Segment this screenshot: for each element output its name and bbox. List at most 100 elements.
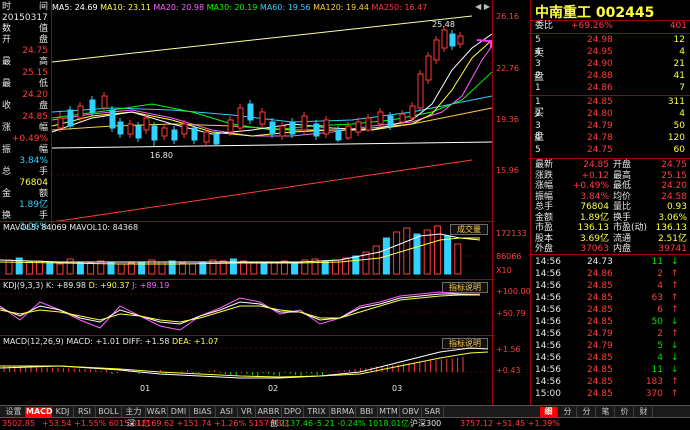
volume-bar [291, 261, 299, 275]
stock-title: 中南重工 002445 [535, 5, 655, 21]
candle-body [143, 117, 150, 131]
weibi-diff: 401 [669, 21, 687, 31]
tab-vr[interactable]: VR [238, 407, 256, 417]
volume-panel[interactable]: MAVOL5: 84069 MAVOL10: 84368 成交量 [0, 221, 492, 279]
candle-body [247, 103, 254, 121]
candle-body [259, 111, 266, 125]
sell-order-row: 4 24.95 4 [531, 47, 690, 58]
order-price: 24.86 [587, 83, 613, 93]
tick-trade-row: 14:56 24.85 11 ↓ [531, 364, 690, 376]
volume-bar [413, 233, 421, 275]
info-label: 盘 [38, 35, 48, 45]
down-arrow-icon: ↓ [671, 317, 679, 327]
tab-arbr[interactable]: ARBR [256, 407, 282, 417]
tab-right-2[interactable]: 分 [578, 407, 596, 417]
prev-arrow-icon[interactable]: ◀ [475, 2, 481, 11]
info-row: 振幅 [2, 145, 50, 156]
candle-body [109, 109, 116, 129]
sell-label: 盘 [534, 72, 544, 83]
candle-body [289, 121, 296, 135]
trade-price: 24.85 [587, 317, 613, 327]
tab-asi[interactable]: ASI [216, 407, 238, 417]
status-item: 12169.62 +151.74 +1.26% 5157.93亿 [136, 419, 290, 428]
tab-sar[interactable]: SAR [422, 407, 444, 417]
tab--[interactable]: 设置 [2, 407, 26, 417]
tab-mtm[interactable]: MTM [378, 407, 400, 417]
mavol5-line [0, 233, 481, 263]
tab-right-5[interactable]: 财 [635, 407, 653, 417]
tab-dpo[interactable]: DPO [282, 407, 304, 417]
candle-body [409, 105, 416, 119]
macd-panel[interactable]: MACD(12,26,9) MACD: +1.01 DIFF: +1.58 DE… [0, 335, 492, 395]
tab-obv[interactable]: OBV [400, 407, 422, 417]
kline-chart[interactable]: MA5: 24.69 MA10: 23.11 MA20: 20.98 MA30:… [52, 0, 492, 232]
quote-value: 24.58 [661, 191, 687, 202]
info-value: 24.75 [22, 46, 48, 56]
tab-right-3[interactable]: 笔 [597, 407, 615, 417]
buy-label: 盘 [534, 132, 544, 143]
tab-right-4[interactable]: 价 [616, 407, 634, 417]
buy-order-row: 2 24.80 4 [531, 109, 690, 120]
info-row: 最低 [2, 79, 50, 90]
trade-price: 24.85 [587, 281, 613, 291]
candle-body [355, 121, 362, 133]
tab--[interactable]: 主力 [122, 407, 146, 417]
trade-price: 24.85 [587, 293, 613, 303]
volume-bar [117, 263, 125, 275]
info-row: 开盘 [2, 35, 50, 46]
quote-value: +0.12 [581, 170, 609, 181]
tab-dmi[interactable]: DMI [168, 407, 190, 417]
tick-trade-row: 14:56 24.85 63 ↑ [531, 292, 690, 304]
trend-line [52, 159, 473, 223]
up-arrow-icon: ↑ [671, 281, 679, 291]
weibi-pct: +69.26% [571, 21, 613, 31]
separator [531, 95, 690, 96]
quote-label: 涨幅 [535, 181, 554, 191]
axis-tick: 86066 [496, 252, 522, 261]
tab-rsi[interactable]: RSI [74, 407, 96, 417]
volume-bar [423, 229, 431, 275]
volume-bar [25, 261, 33, 275]
order-price: 24.98 [587, 35, 613, 45]
next-arrow-icon[interactable]: ▶ [484, 2, 490, 11]
candle-body [161, 127, 168, 137]
buy-label: 买 [534, 108, 544, 119]
trade-volume: 4 [657, 281, 663, 291]
info-row: +0.49% [2, 134, 50, 145]
trade-volume: 2 [657, 329, 663, 339]
info-label: 手 [38, 167, 48, 177]
kdj-svg [0, 291, 492, 331]
down-arrow-icon: ↓ [671, 341, 679, 351]
volume-bar [87, 262, 95, 275]
tab-macd[interactable]: MACD [26, 407, 53, 417]
mavol10-line [0, 237, 480, 265]
tab-bbi[interactable]: BBI [356, 407, 378, 417]
tab-kdj[interactable]: KDJ [52, 407, 74, 417]
tab-bias[interactable]: BIAS [190, 407, 216, 417]
tab-trix[interactable]: TRIX [304, 407, 330, 417]
status-item: 2137.46 [280, 419, 314, 428]
tab-brma[interactable]: BRMA [330, 407, 356, 417]
tab-w-r[interactable]: W&R [146, 407, 168, 417]
axis-tick: +1.56 [496, 345, 521, 354]
trade-volume: 11 [651, 365, 663, 375]
kdj-panel[interactable]: KDJ(9,3,3) K: +89.98 D: +90.37 J: +89.19… [0, 279, 492, 335]
buy-order-row: 5 24.75 60 [531, 145, 690, 156]
tab-right-0[interactable]: 细 [540, 407, 558, 417]
axis-tick: 172133 [496, 229, 527, 238]
chart-nav-arrows[interactable]: ◀ ▶ [475, 2, 490, 11]
tab-right-1[interactable]: 分 [559, 407, 577, 417]
order-volume: 60 [673, 145, 685, 155]
order-volume: 50 [673, 121, 685, 131]
quote-label: 总手 [535, 202, 554, 212]
candle-body [441, 29, 448, 49]
down-arrow-icon: ↓ [671, 365, 679, 375]
order-volume: 4 [679, 47, 685, 57]
info-row: 收盘 [2, 101, 50, 112]
indicator-tabbar: 设置 MACD KDJ RSI BOLL 主力 W&R DMI BIAS ASI VR ARBR DPO… [0, 405, 690, 417]
axis-tick: +50.79 [496, 309, 526, 318]
macd-svg [0, 347, 492, 379]
up-arrow-icon: ↑ [671, 305, 679, 315]
order-price: 24.95 [587, 47, 613, 57]
tab-boll[interactable]: BOLL [96, 407, 122, 417]
